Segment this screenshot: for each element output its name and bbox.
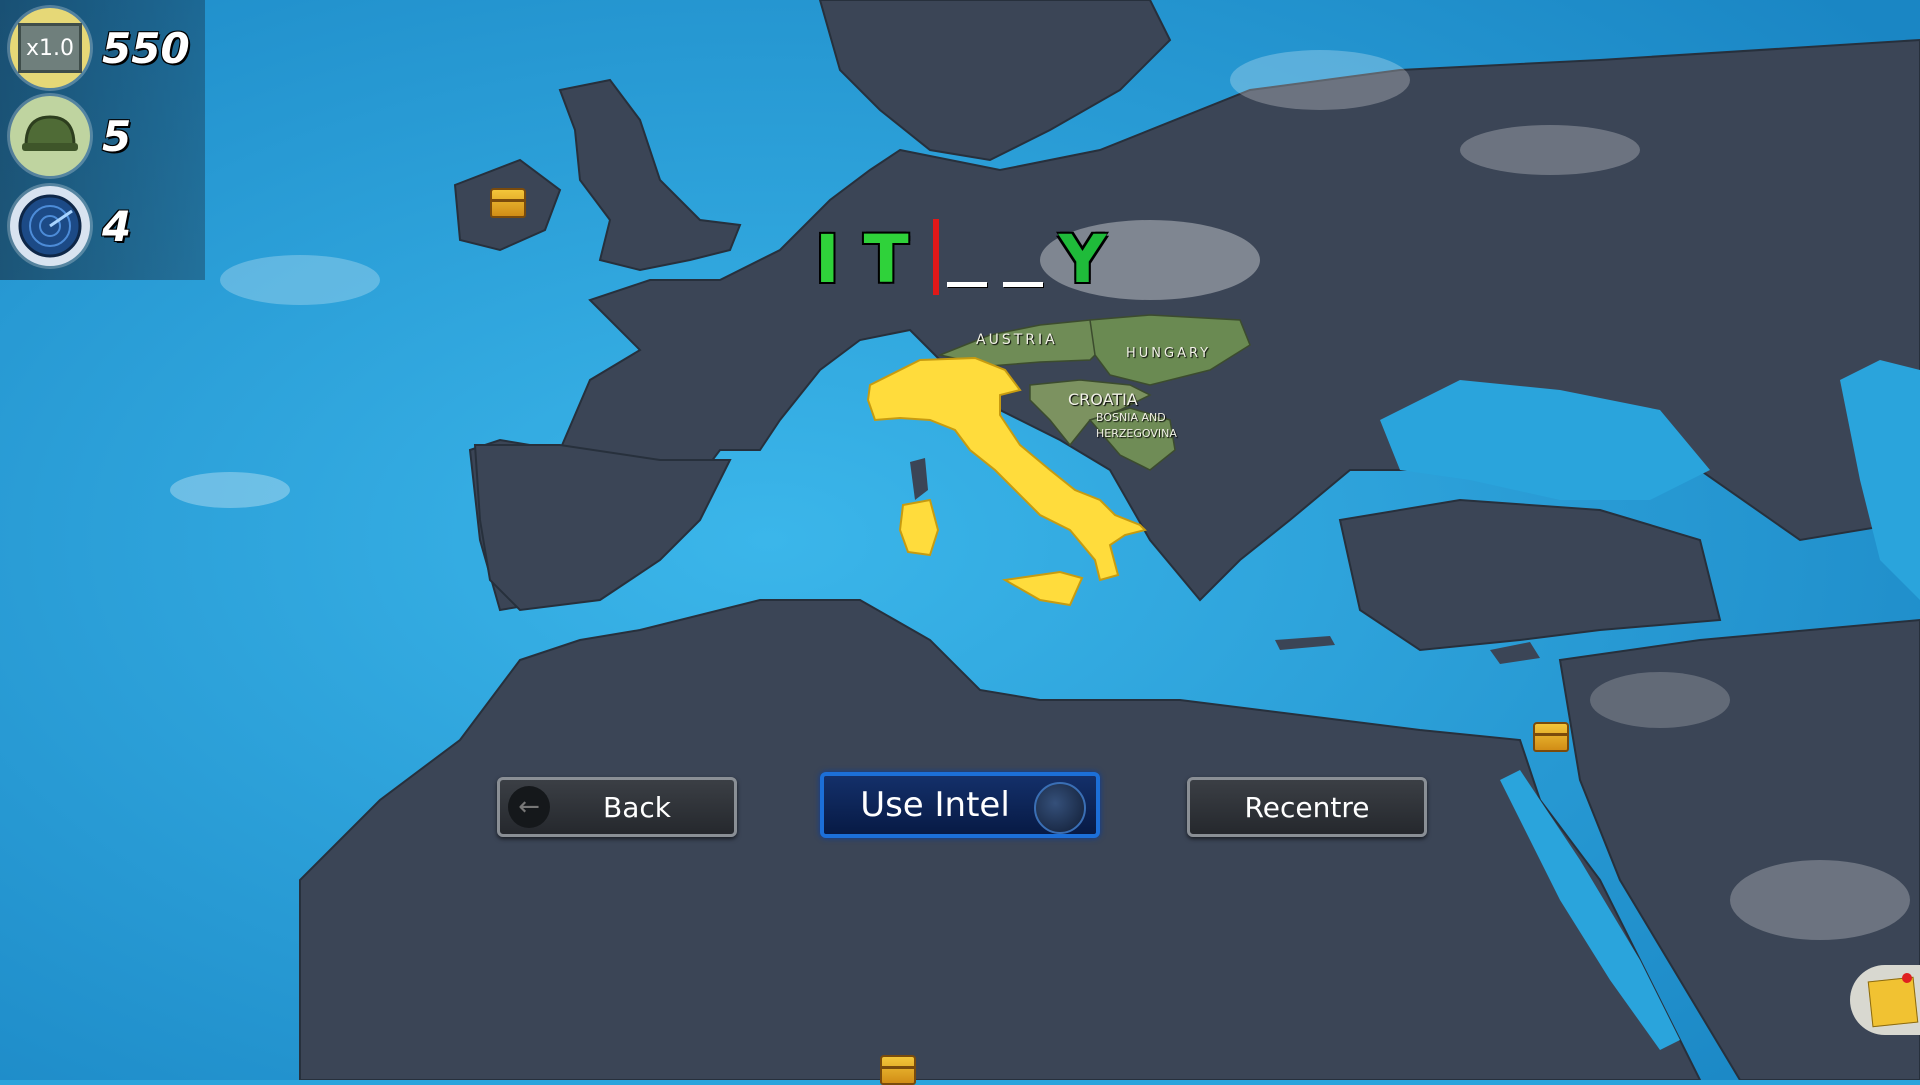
bosnia-label: BOSNIA AND HERZEGOVINA [1096, 411, 1177, 440]
puzzle-blank[interactable] [1002, 282, 1043, 287]
puzzle-blank[interactable] [946, 282, 987, 287]
recentre-button[interactable]: Recentre [1187, 777, 1427, 837]
puzzle-letter: T [863, 221, 909, 298]
intel-row: 4 [10, 186, 131, 266]
radar-icon [10, 186, 90, 266]
sticky-note-icon [1867, 976, 1919, 1028]
pin-icon [1902, 973, 1912, 983]
cloud [1590, 672, 1730, 728]
text-cursor [932, 219, 939, 295]
cloud [1230, 50, 1410, 110]
country-word-puzzle: I T Y [815, 215, 1130, 295]
helmet-icon [10, 96, 90, 176]
recentre-label: Recentre [1244, 790, 1370, 824]
puzzle-letter: Y [1058, 221, 1107, 298]
use-intel-button[interactable]: Use Intel [820, 772, 1100, 838]
back-arrow-icon: ← [508, 786, 550, 828]
lives-value: 5 [102, 111, 132, 161]
puzzle-letter: I [815, 221, 840, 298]
score-value: 550 [102, 23, 190, 73]
globe-icon [1034, 782, 1086, 834]
score-row: x1.0 550 [10, 8, 190, 88]
multiplier-icon: x1.0 [10, 8, 90, 88]
intel-value: 4 [102, 201, 132, 251]
hud-panel: x1.0 550 5 4 [0, 0, 205, 280]
treasure-chest-icon[interactable] [490, 188, 526, 218]
treasure-chest-icon[interactable] [1533, 722, 1569, 752]
world-map[interactable] [0, 0, 1920, 1080]
use-intel-label: Use Intel [860, 785, 1010, 825]
hungary-label: HUNGARY [1126, 346, 1212, 361]
sardinia-region [898, 498, 940, 557]
back-button[interactable]: ← Back [497, 777, 737, 837]
treasure-chest-icon[interactable] [880, 1055, 916, 1085]
sticky-note-button[interactable] [1850, 965, 1920, 1035]
back-label: Back [603, 790, 671, 824]
croatia-label: CROATIA [1068, 390, 1138, 409]
cloud [220, 255, 380, 305]
cloud [170, 472, 290, 508]
lives-row: 5 [10, 96, 131, 176]
multiplier-value: x1.0 [18, 23, 82, 73]
cloud [1730, 860, 1910, 940]
cloud [1460, 125, 1640, 175]
austria-label: AUSTRIA [976, 332, 1058, 348]
